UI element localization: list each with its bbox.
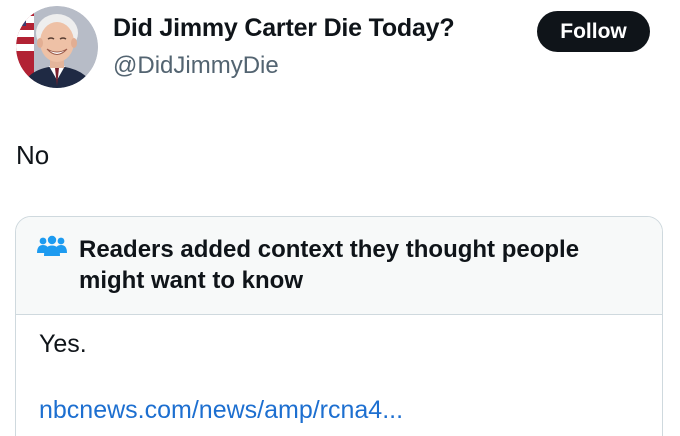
community-note-link[interactable]: nbcnews.com/news/amp/rcna4... [39, 396, 403, 425]
people-icon [37, 235, 67, 256]
user-handle[interactable]: @DidJimmyDie [113, 52, 279, 80]
display-name[interactable]: Did Jimmy Carter Die Today? [113, 14, 455, 43]
avatar[interactable] [16, 6, 98, 88]
tweet: Did Jimmy Carter Die Today? @DidJimmyDie… [0, 0, 680, 436]
community-note-header: Readers added context they thought peopl… [16, 217, 662, 315]
follow-button[interactable]: Follow [537, 11, 650, 52]
portrait-avatar [16, 6, 98, 88]
community-note-title: Readers added context they thought peopl… [79, 236, 580, 294]
community-note-body: Yes. [39, 330, 87, 358]
community-note: Readers added context they thought peopl… [15, 216, 663, 436]
tweet-text: No [16, 140, 50, 170]
